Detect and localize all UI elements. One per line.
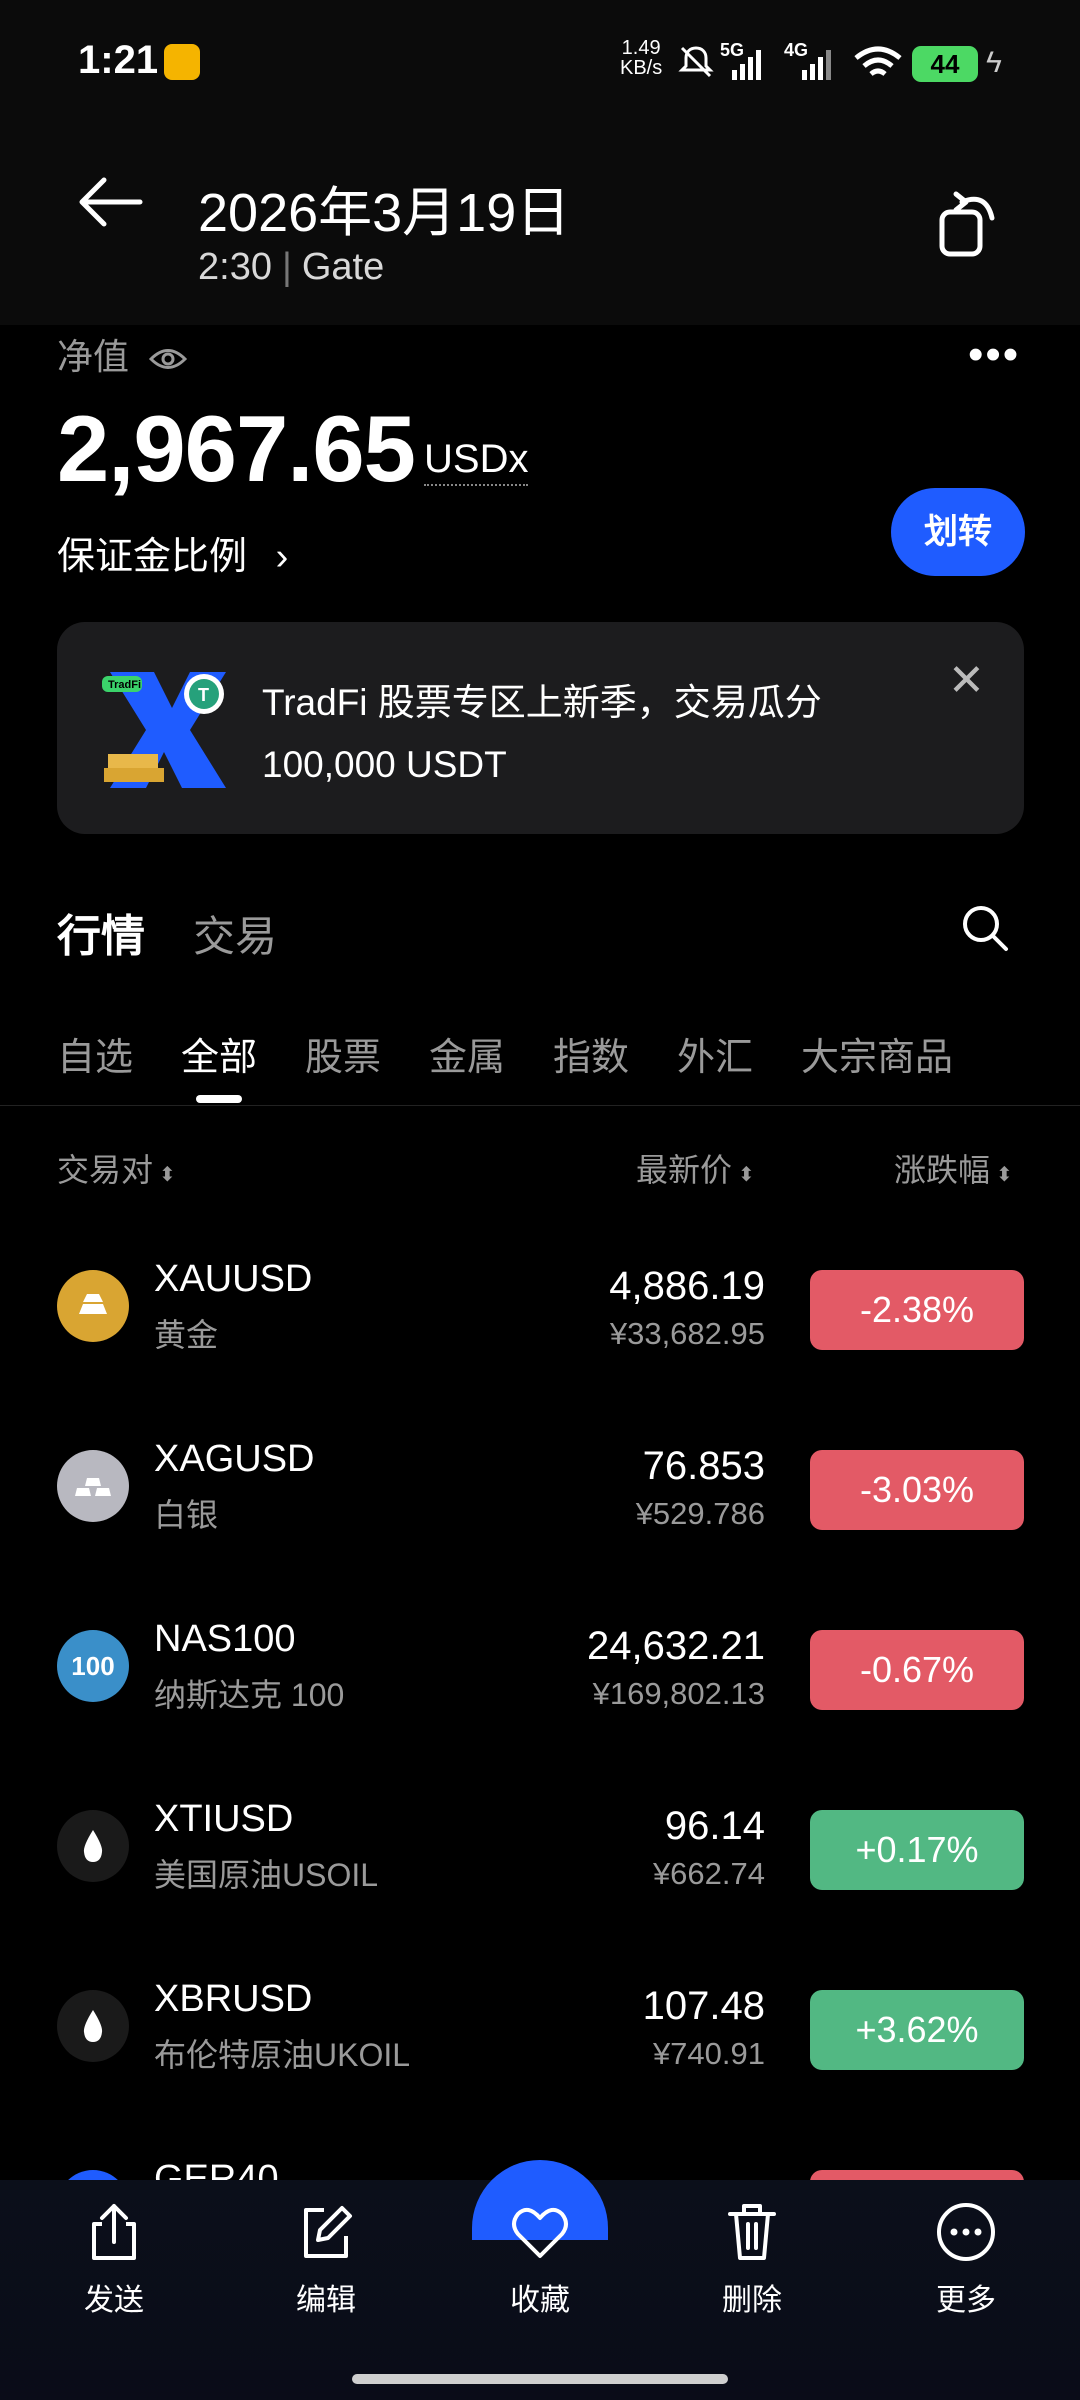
- row-symbol: NAS100: [154, 1618, 296, 1660]
- signal-icon: [732, 50, 761, 80]
- search-icon[interactable]: [960, 903, 1010, 955]
- row-change-badge[interactable]: -3.03%: [810, 1450, 1024, 1530]
- row-price-cny: ¥662.74: [652, 1856, 765, 1891]
- net-speed: 1.49 KB/s: [620, 37, 663, 79]
- margin-ratio-link[interactable]: 保证金比例 ›: [57, 525, 288, 580]
- app-notification-icon: [164, 44, 200, 80]
- row-price: 24,632.21: [587, 1624, 765, 1668]
- row-price-cny: ¥529.786: [635, 1496, 765, 1531]
- row-change-badge[interactable]: +3.62%: [810, 1990, 1024, 2070]
- market-row[interactable]: XTIUSD 美国原油USOIL 96.14 ¥662.74 +0.17%: [0, 1760, 1080, 1940]
- status-time: 1:21: [78, 38, 159, 82]
- delete-label: 删除: [722, 2284, 782, 2317]
- row-price-cny: ¥33,682.95: [609, 1316, 765, 1351]
- tab-trade[interactable]: 交易: [193, 903, 277, 964]
- sort-icon: ⬍: [996, 1164, 1013, 1186]
- more-label: 更多: [936, 2284, 996, 2317]
- promo-text: TradFi 股票专区上新季，交易瓜分 100,000 USDT: [262, 682, 822, 785]
- wifi-icon: [854, 46, 902, 76]
- edit-label: 编辑: [296, 2284, 356, 2317]
- row-symbol: XBRUSD: [154, 1978, 313, 2020]
- signal-icon-2: [802, 50, 831, 80]
- tradfi-promo-icon: TradFi T: [102, 672, 226, 788]
- row-price-cny: ¥169,802.13: [592, 1676, 765, 1711]
- close-icon[interactable]: ✕: [948, 655, 985, 706]
- market-row[interactable]: XAUUSD 黄金 4,886.19 ¥33,682.95 -2.38%: [0, 1220, 1080, 1400]
- category-tabs: 自选 全部 股票 金属 指数 外汇 大宗商品: [57, 1026, 1037, 1086]
- more-button[interactable]: 更多: [896, 2200, 1036, 2319]
- row-name: 布伦特原油UKOIL: [154, 2037, 411, 2073]
- col-change-header[interactable]: 涨跌幅 ⬍: [894, 1145, 1013, 1191]
- tab-market[interactable]: 行情: [57, 900, 145, 964]
- share-icon: [92, 2204, 136, 2260]
- divider: [0, 1105, 1080, 1106]
- tradfi-badge: TradFi: [108, 679, 141, 691]
- row-price: 107.48: [642, 1984, 765, 2028]
- col-price-header[interactable]: 最新价 ⬍: [636, 1145, 755, 1191]
- net-value-unit[interactable]: USDx: [424, 437, 529, 486]
- row-name: 美国原油USOIL: [154, 1857, 379, 1893]
- gold-icon: [57, 1270, 129, 1342]
- trash-icon: [728, 2204, 776, 2260]
- row-price: 76.853: [642, 1444, 765, 1488]
- battery-indicator: 44: [912, 46, 978, 82]
- silver-icon: [57, 1450, 129, 1522]
- subtab-metals[interactable]: 金属: [429, 1026, 505, 1081]
- sort-icon: ⬍: [738, 1164, 755, 1186]
- photo-time-source: 2:30 | Gate: [198, 246, 384, 289]
- row-price-cny: ¥740.91: [652, 2036, 765, 2071]
- favorite-button[interactable]: 收藏: [470, 2200, 610, 2319]
- edit-button[interactable]: 编辑: [256, 2200, 396, 2319]
- favorite-label: 收藏: [510, 2284, 570, 2317]
- net-value-label: 净值: [57, 328, 188, 380]
- subtab-watchlist[interactable]: 自选: [57, 1026, 133, 1081]
- row-symbol: XAUUSD: [154, 1258, 313, 1300]
- row-symbol: XAGUSD: [154, 1438, 315, 1480]
- market-row[interactable]: XAGUSD 白银 76.853 ¥529.786 -3.03%: [0, 1400, 1080, 1580]
- row-price: 96.14: [664, 1804, 765, 1848]
- row-name: 纳斯达克 100: [154, 1677, 345, 1713]
- separator: |: [281, 246, 292, 288]
- row-change-badge[interactable]: +0.17%: [810, 1810, 1024, 1890]
- oil-drop-icon: [57, 1990, 129, 2062]
- oil-drop-icon: [57, 1810, 129, 1882]
- edit-icon: [304, 2206, 352, 2258]
- row-symbol: XTIUSD: [154, 1798, 294, 1840]
- more-options-icon[interactable]: •••: [968, 330, 1020, 380]
- rotate-icon[interactable]: [936, 188, 1002, 260]
- row-price: 4,886.19: [609, 1264, 765, 1308]
- subtab-stocks[interactable]: 股票: [305, 1026, 381, 1081]
- home-indicator[interactable]: [352, 2374, 728, 2384]
- nasdaq-icon: 100: [57, 1630, 129, 1702]
- market-row[interactable]: XBRUSD 布伦特原油UKOIL 107.48 ¥740.91 +3.62%: [0, 1940, 1080, 2120]
- transfer-button[interactable]: 划转: [891, 488, 1025, 576]
- send-label: 发送: [84, 2284, 144, 2317]
- svg-text:T: T: [198, 685, 209, 705]
- mute-icon: [678, 46, 714, 78]
- chevron-right-icon: ›: [275, 536, 289, 578]
- subtab-all[interactable]: 全部: [181, 1026, 257, 1081]
- market-row[interactable]: 100 NAS100 纳斯达克 100 24,632.21 ¥169,802.1…: [0, 1580, 1080, 1760]
- subtab-indices[interactable]: 指数: [553, 1026, 629, 1081]
- sort-icon: ⬍: [159, 1164, 176, 1186]
- photo-date: 2026年3月19日: [198, 183, 571, 243]
- row-change-badge[interactable]: -0.67%: [810, 1630, 1024, 1710]
- row-name: 白银: [154, 1497, 219, 1533]
- active-tab-indicator: [196, 1095, 242, 1103]
- subtab-commodities[interactable]: 大宗商品: [801, 1026, 953, 1081]
- row-name: 黄金: [154, 1317, 219, 1353]
- photo-source: Gate: [301, 246, 385, 288]
- heart-icon: [512, 2207, 568, 2258]
- back-arrow-icon[interactable]: [74, 172, 144, 232]
- eye-icon[interactable]: [148, 346, 188, 372]
- delete-button[interactable]: 删除: [682, 2200, 822, 2319]
- charging-icon: ϟ: [986, 46, 1002, 79]
- more-icon: [937, 2203, 995, 2261]
- subtab-forex[interactable]: 外汇: [677, 1026, 753, 1081]
- photo-time: 2:30: [198, 246, 272, 288]
- send-button[interactable]: 发送: [44, 2200, 184, 2319]
- row-change-badge[interactable]: -2.38%: [810, 1270, 1024, 1350]
- col-pair-header[interactable]: 交易对 ⬍: [57, 1145, 176, 1191]
- net-value: 2,967.65: [57, 396, 416, 501]
